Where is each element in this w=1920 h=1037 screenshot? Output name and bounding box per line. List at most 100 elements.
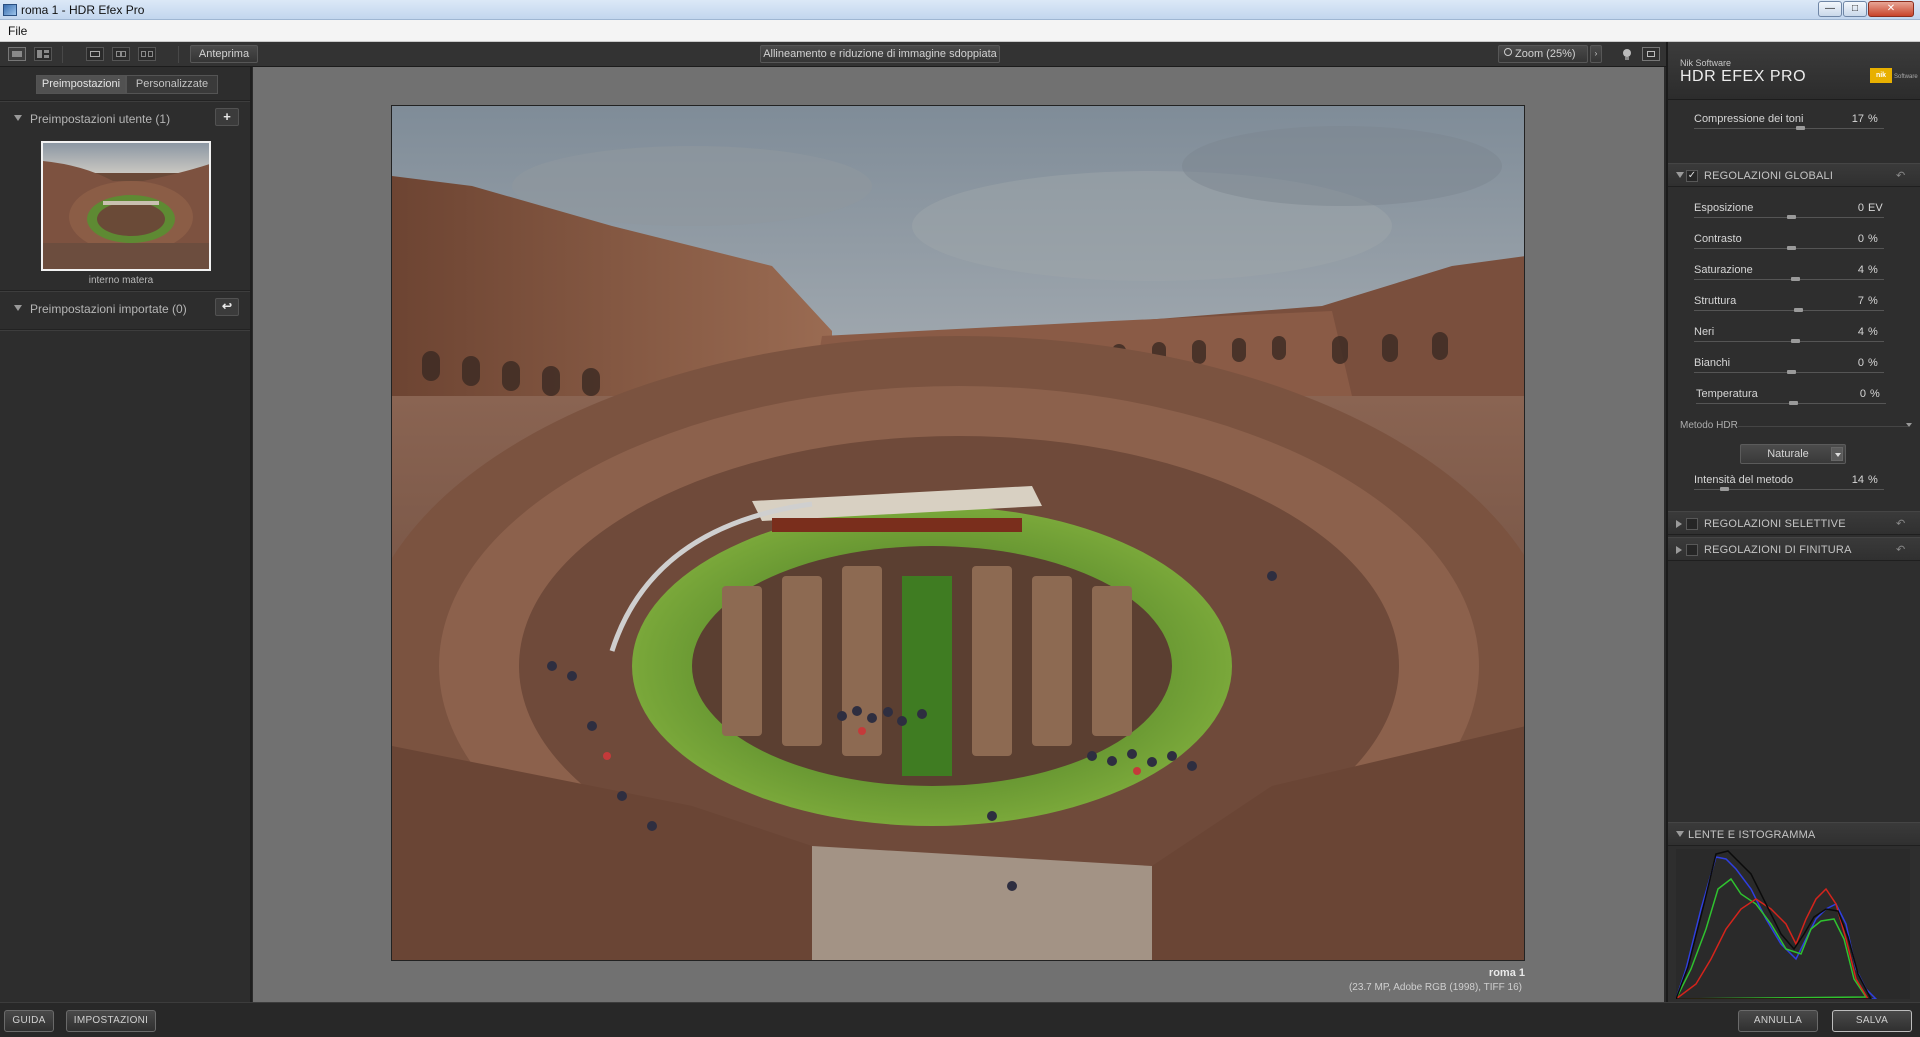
collapse-triangle-icon[interactable]	[14, 115, 22, 121]
slider-unit: EV	[1868, 202, 1883, 214]
slider-unit: %	[1868, 326, 1878, 338]
maximize-button[interactable]: □	[1843, 1, 1867, 17]
selective-adjustments-header[interactable]: REGOLAZIONI SELETTIVE ↶	[1668, 511, 1920, 535]
menu-bar: File	[0, 20, 1920, 42]
tone-compression-slider[interactable]: Compressione dei toni 17 %	[1668, 107, 1920, 137]
slider-label: Struttura	[1694, 295, 1737, 307]
cancel-button[interactable]: ANNULLA	[1738, 1010, 1818, 1032]
finishing-adjustments-checkbox[interactable]	[1686, 544, 1698, 556]
minimize-button[interactable]: —	[1818, 1, 1842, 17]
slider-knob[interactable]	[1789, 401, 1798, 405]
nik-logo: nik	[1870, 68, 1892, 83]
save-button[interactable]: SALVA	[1832, 1010, 1912, 1032]
slider-unit: %	[1870, 388, 1880, 400]
side-by-side-icon[interactable]	[138, 47, 156, 61]
settings-button[interactable]: IMPOSTAZIONI	[66, 1010, 156, 1032]
slider-unit: %	[1868, 233, 1878, 245]
finishing-adjustments-title: REGOLAZIONI DI FINITURA	[1704, 544, 1852, 556]
slider-knob[interactable]	[1796, 126, 1806, 130]
global-adjustments-checkbox[interactable]: ✓	[1686, 170, 1698, 182]
brand-title: HDR EFEX PRO	[1680, 68, 1807, 85]
preset-item-label: interno matera	[88, 275, 154, 286]
grid-view-icon[interactable]	[34, 47, 52, 61]
structure-slider[interactable]: Struttura 7 %	[1668, 289, 1920, 319]
imported-presets-header[interactable]: Preimpostazioni importate (0) ↩	[0, 295, 250, 323]
light-bulb-icon[interactable]	[1618, 47, 1636, 61]
global-adjustments-header[interactable]: ✓ REGOLAZIONI GLOBALI ↶	[1668, 163, 1920, 187]
user-presets-header[interactable]: Preimpostazioni utente (1) +	[0, 105, 250, 133]
close-button[interactable]: ✕	[1868, 1, 1914, 17]
loupe-histogram-header[interactable]: LENTE E ISTOGRAMMA	[1668, 822, 1920, 846]
slider-knob[interactable]	[1790, 277, 1800, 281]
expand-triangle-icon[interactable]	[1676, 172, 1684, 178]
expand-triangle-icon[interactable]	[1676, 831, 1684, 837]
import-preset-button[interactable]: ↩	[215, 298, 239, 316]
slider-value: 0	[1859, 388, 1866, 400]
tab-presets[interactable]: Preimpostazioni	[36, 75, 126, 94]
slider-track[interactable]	[1694, 310, 1884, 311]
slider-value: 0	[1857, 233, 1864, 245]
magnifier-icon	[1504, 48, 1512, 56]
contrast-slider[interactable]: Contrasto 0 %	[1668, 227, 1920, 257]
chevron-down-icon[interactable]	[1906, 423, 1912, 427]
add-preset-button[interactable]: +	[215, 108, 239, 126]
slider-knob[interactable]	[1720, 487, 1730, 491]
selective-adjustments-title: REGOLAZIONI SELETTIVE	[1704, 518, 1846, 530]
selective-adjustments-checkbox[interactable]	[1686, 518, 1698, 530]
slider-label: Contrasto	[1694, 233, 1742, 245]
temperature-slider[interactable]: Temperatura 0 %	[1670, 382, 1920, 412]
slider-unit: %	[1868, 474, 1878, 486]
slider-label: Bianchi	[1694, 357, 1731, 369]
slider-knob[interactable]	[1794, 308, 1804, 312]
dropdown-arrow-icon[interactable]	[1831, 447, 1843, 461]
slider-value: 14	[1851, 474, 1864, 486]
blacks-slider[interactable]: Neri 4 %	[1668, 320, 1920, 350]
slider-track[interactable]	[1694, 128, 1884, 129]
image-name: roma 1	[1488, 967, 1525, 979]
reset-icon[interactable]: ↶	[1896, 543, 1905, 556]
exposure-slider[interactable]: Esposizione 0 EV	[1668, 196, 1920, 226]
reset-icon[interactable]: ↶	[1896, 517, 1905, 530]
preview-button[interactable]: Anteprima	[190, 45, 258, 63]
hdr-method-label: Metodo HDR	[1680, 420, 1738, 431]
tab-custom[interactable]: Personalizzate	[126, 75, 218, 94]
alignment-status: Allineamento e riduzione di immagine sdo…	[760, 45, 1000, 63]
collapse-triangle-icon[interactable]	[14, 305, 22, 311]
slider-value: 17	[1851, 113, 1864, 125]
reset-icon[interactable]: ↶	[1896, 169, 1905, 182]
colosseum-photo	[392, 106, 1524, 960]
slider-knob[interactable]	[1787, 370, 1796, 374]
nik-logo-sub: Software	[1894, 74, 1918, 80]
whites-slider[interactable]: Bianchi 0 %	[1668, 351, 1920, 381]
slider-knob[interactable]	[1787, 215, 1796, 219]
fullscreen-icon[interactable]	[1642, 47, 1660, 61]
zoom-arrow-icon[interactable]: ›	[1590, 45, 1602, 63]
single-view-icon[interactable]	[8, 47, 26, 61]
slider-track[interactable]	[1694, 279, 1884, 280]
preview-image[interactable]	[391, 105, 1525, 961]
preset-thumbnail[interactable]	[41, 141, 211, 271]
slider-track[interactable]	[1694, 341, 1884, 342]
finishing-adjustments-header[interactable]: REGOLAZIONI DI FINITURA ↶	[1668, 537, 1920, 561]
slider-value: 7	[1857, 295, 1864, 307]
help-button[interactable]: GUIDA	[4, 1010, 54, 1032]
method-intensity-slider[interactable]: Intensità del metodo 14 %	[1668, 468, 1920, 498]
split-view-icon[interactable]	[112, 47, 130, 61]
hdr-method-select[interactable]: Naturale	[1740, 444, 1846, 464]
hdr-method-header[interactable]: Metodo HDR	[1668, 418, 1920, 436]
zoom-control[interactable]: Zoom (25%)	[1498, 45, 1588, 63]
brand-header: Nik Software HDR EFEX PRO nik Software	[1668, 42, 1920, 100]
presets-panel: Preimpostazioni Personalizzate Preimpost…	[0, 67, 252, 1002]
slider-knob[interactable]	[1787, 246, 1796, 250]
full-view-icon[interactable]	[86, 47, 104, 61]
loupe-histogram-title: LENTE E ISTOGRAMMA	[1688, 829, 1816, 841]
title-bar: roma 1 - HDR Efex Pro — □ ✕	[0, 0, 1920, 20]
slider-knob[interactable]	[1790, 339, 1800, 343]
slider-value: 0	[1857, 202, 1864, 214]
slider-label: Neri	[1694, 326, 1715, 338]
slider-label: Temperatura	[1696, 388, 1758, 400]
saturation-slider[interactable]: Saturazione 4 %	[1668, 258, 1920, 288]
expand-triangle-icon[interactable]	[1676, 546, 1682, 554]
expand-triangle-icon[interactable]	[1676, 520, 1682, 528]
menu-file[interactable]: File	[8, 24, 27, 38]
